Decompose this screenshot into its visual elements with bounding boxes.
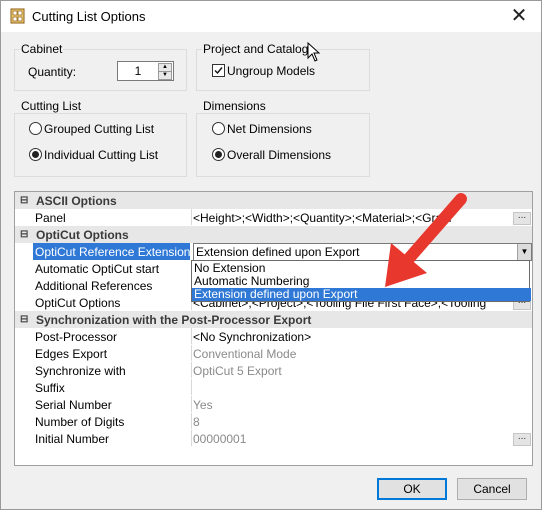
cutting-list-group-label: Cutting List bbox=[20, 99, 83, 113]
chevron-down-icon[interactable]: ▼ bbox=[517, 244, 531, 260]
combo-value: Extension defined upon Export bbox=[196, 245, 360, 259]
property-name: OptiCut Options bbox=[35, 296, 121, 310]
grid-row-edges-export[interactable]: Edges Export Conventional Mode bbox=[15, 345, 532, 362]
category-title: Synchronization with the Post-Processor … bbox=[36, 313, 312, 327]
grid-row-post-processor[interactable]: Post-Processor <No Synchronization> bbox=[15, 328, 532, 345]
property-value: Conventional Mode bbox=[193, 347, 297, 361]
property-name: Post-Processor bbox=[35, 330, 118, 344]
property-name: Serial Number bbox=[35, 398, 112, 412]
ungroup-models-checkbox-box[interactable] bbox=[212, 64, 225, 77]
ungroup-models-label: Ungroup Models bbox=[227, 64, 316, 78]
individual-cutting-list-radio-circle[interactable] bbox=[29, 148, 42, 161]
grouped-cutting-list-label: Grouped Cutting List bbox=[44, 122, 155, 136]
property-value: <No Synchronization> bbox=[193, 330, 312, 344]
grid-row-serial-number[interactable]: Serial Number Yes bbox=[15, 396, 532, 413]
property-name: Panel bbox=[35, 211, 66, 225]
property-name: Number of Digits bbox=[35, 415, 125, 429]
close-icon: ✕ bbox=[510, 5, 528, 27]
checkmark-icon bbox=[214, 67, 223, 75]
collapse-icon[interactable]: ⊟ bbox=[20, 229, 28, 240]
quantity-label: Quantity: bbox=[28, 65, 77, 79]
column-divider bbox=[191, 396, 192, 412]
column-divider bbox=[191, 209, 192, 225]
property-name: Initial Number bbox=[35, 432, 110, 446]
grouped-cutting-list-radio-circle[interactable] bbox=[29, 122, 42, 135]
property-name: OptiCut Reference Extension bbox=[35, 245, 191, 259]
cutting-list-options-dialog: Cutting List Options ✕ Cabinet Quantity:… bbox=[0, 0, 542, 510]
collapse-icon[interactable]: ⊟ bbox=[20, 195, 28, 206]
panel-ellipsis-button[interactable]: ... bbox=[513, 211, 531, 225]
property-value: OptiCut 5 Export bbox=[193, 364, 282, 378]
net-dimensions-label: Net Dimensions bbox=[227, 122, 312, 136]
property-value: 00000001 bbox=[193, 432, 247, 446]
column-divider bbox=[191, 362, 192, 378]
grid-row-number-of-digits[interactable]: Number of Digits 8 bbox=[15, 413, 532, 430]
cabinet-group-label: Cabinet bbox=[20, 42, 64, 56]
quantity-value: 1 bbox=[134, 64, 142, 78]
column-divider bbox=[191, 413, 192, 429]
window-title: Cutting List Options bbox=[32, 9, 146, 24]
initial-number-ellipsis-button[interactable]: ... bbox=[513, 432, 531, 446]
collapse-icon[interactable]: ⊟ bbox=[20, 314, 28, 325]
property-value: 8 bbox=[193, 415, 200, 429]
cancel-button[interactable]: Cancel bbox=[457, 478, 527, 500]
property-name: Automatic OptiCut start bbox=[35, 262, 160, 276]
property-value: Yes bbox=[193, 398, 213, 412]
property-name: Edges Export bbox=[35, 347, 108, 361]
category-title: ASCII Options bbox=[36, 194, 117, 208]
red-arrow-icon bbox=[385, 193, 467, 287]
category-title: OptiCut Options bbox=[36, 228, 129, 242]
property-name: Suffix bbox=[35, 381, 65, 395]
dimensions-group-label: Dimensions bbox=[202, 99, 267, 113]
opticut-reference-extension-combo[interactable]: Extension defined upon Export ▼ bbox=[193, 243, 532, 261]
title-bar: Cutting List Options ✕ bbox=[1, 1, 541, 32]
cutting-list-app-icon bbox=[10, 8, 25, 24]
close-button[interactable]: ✕ bbox=[497, 1, 541, 32]
overall-dimensions-label: Overall Dimensions bbox=[227, 148, 332, 162]
column-divider bbox=[191, 430, 192, 446]
net-dimensions-radio-circle[interactable] bbox=[212, 122, 225, 135]
quantity-stepper[interactable]: 1 ▲ ▼ bbox=[117, 61, 174, 81]
property-name: Additional References bbox=[35, 279, 153, 293]
column-divider bbox=[191, 328, 192, 344]
column-divider bbox=[191, 379, 192, 395]
overall-dimensions-radio-circle[interactable] bbox=[212, 148, 225, 161]
extension-dropdown-list[interactable]: No Extension Automatic Numbering Extensi… bbox=[191, 260, 531, 302]
grid-row-synchronize-with[interactable]: Synchronize with OptiCut 5 Export bbox=[15, 362, 532, 379]
column-divider bbox=[191, 345, 192, 361]
grid-row-suffix[interactable]: Suffix bbox=[15, 379, 532, 396]
property-name: Synchronize with bbox=[35, 364, 126, 378]
ok-button[interactable]: OK bbox=[377, 478, 447, 500]
category-synchronization[interactable]: ⊟ Synchronization with the Post-Processo… bbox=[15, 311, 532, 328]
dropdown-option-extension-defined-upon-export[interactable]: Extension defined upon Export bbox=[192, 288, 531, 301]
mouse-pointer-icon bbox=[307, 42, 321, 62]
project-catalog-group-label: Project and Catalog bbox=[202, 42, 310, 56]
individual-cutting-list-label: Individual Cutting List bbox=[44, 148, 159, 162]
grid-row-initial-number[interactable]: Initial Number 00000001 ... bbox=[15, 430, 532, 447]
quantity-down-button[interactable]: ▼ bbox=[158, 71, 172, 80]
